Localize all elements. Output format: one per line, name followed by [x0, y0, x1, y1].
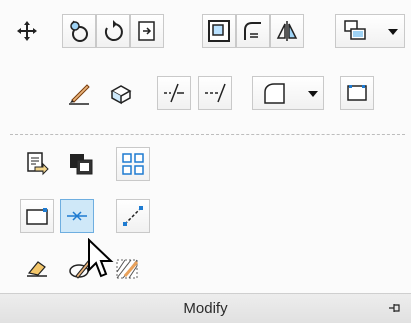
join-button[interactable] [60, 199, 94, 233]
array-grid-icon [122, 153, 144, 175]
trim-button[interactable] [157, 76, 191, 110]
insert-button[interactable] [130, 14, 164, 48]
copy-clip-button[interactable] [64, 147, 98, 181]
fillet-button[interactable] [236, 14, 270, 48]
copy-clip-icon [70, 154, 93, 175]
export-icon [27, 152, 49, 176]
hatch-icon [116, 259, 139, 279]
explode-icon [347, 85, 367, 101]
extend-button[interactable] [198, 76, 232, 110]
align-line-button[interactable] [116, 199, 150, 233]
panel-footer: Modify [0, 293, 411, 323]
block-3d-icon [110, 85, 132, 105]
explode-button[interactable] [340, 76, 374, 110]
rotate-icon [70, 20, 88, 42]
rect-point-button[interactable] [20, 199, 54, 233]
move-icon [17, 21, 37, 41]
rect-point-icon [26, 208, 48, 225]
mirror-button[interactable] [270, 14, 304, 48]
refresh-rotate-button[interactable] [96, 14, 130, 48]
array-dropdown-icon [344, 20, 366, 40]
chevron-down-icon [308, 91, 318, 97]
fillet-dropdown-icon [264, 83, 285, 104]
trim-icon [164, 83, 184, 103]
block-3d-button[interactable] [104, 76, 138, 110]
fillet-split-button[interactable] [252, 76, 324, 110]
panel-title: Modify [183, 300, 228, 317]
mouse-cursor-icon [88, 238, 114, 278]
export-button[interactable] [20, 147, 54, 181]
eraser-icon [27, 261, 47, 277]
chevron-down-icon [388, 29, 398, 35]
stretch-button[interactable] [202, 14, 236, 48]
modify-panel: Modify [0, 0, 411, 323]
erase-brush-icon [69, 84, 90, 105]
rotate-button[interactable] [62, 14, 96, 48]
array-split-button[interactable] [335, 14, 405, 48]
move-button[interactable] [10, 14, 44, 48]
fillet-icon [244, 22, 261, 40]
extend-icon [205, 83, 226, 103]
insert-icon [138, 21, 155, 41]
stretch-icon [208, 20, 230, 42]
refresh-rotate-icon [104, 20, 123, 41]
align-line-icon [123, 206, 143, 226]
erase-brush-button[interactable] [62, 76, 96, 110]
pin-icon[interactable] [387, 301, 403, 315]
array-grid-button[interactable] [116, 147, 150, 181]
mirror-icon [276, 21, 298, 41]
join-icon [67, 211, 87, 221]
panel-divider [10, 134, 405, 135]
eraser-button[interactable] [20, 251, 54, 285]
